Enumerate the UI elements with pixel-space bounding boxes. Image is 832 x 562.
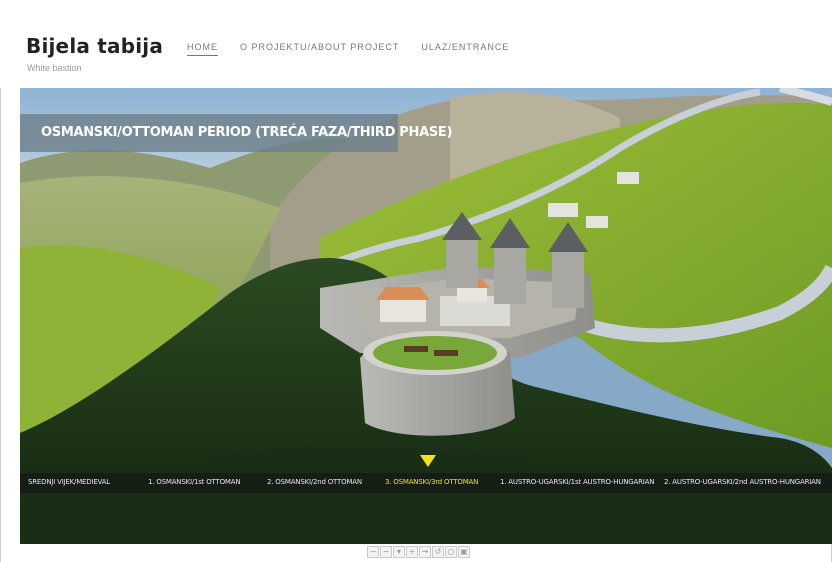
nav-home[interactable]: HOME [187, 42, 218, 56]
viewer-controls: − − ▾ + → ↺ ○ ▣ [367, 546, 470, 558]
timeline-item-1st-ottoman[interactable]: 1. OSMANSKI/1st OTTOMAN [148, 478, 241, 486]
site-subtitle: White bastion [27, 63, 82, 73]
site-title[interactable]: Bijela tabija [26, 34, 163, 58]
timeline-item-3rd-ottoman[interactable]: 3. OSMANSKI/3rd OTTOMAN [385, 478, 478, 486]
timeline-item-2nd-austro-hungarian[interactable]: 2. AUSTRO-UGARSKI/2nd AUSTRO-HUNGARIAN [664, 478, 821, 486]
active-period-marker [420, 455, 436, 467]
timeline-item-2nd-ottoman[interactable]: 2. OSMANSKI/2nd OTTOMAN [267, 478, 362, 486]
site-header: Bijela tabija White bastion HOME O PROJE… [0, 0, 832, 88]
nav-about-project[interactable]: O PROJEKTU/ABOUT PROJECT [240, 42, 399, 56]
rotate-left-icon[interactable]: ↺ [432, 546, 444, 558]
move-down-icon[interactable]: + [406, 546, 418, 558]
move-up-icon[interactable]: ▾ [393, 546, 405, 558]
nav-entrance[interactable]: ULAZ/ENTRANCE [421, 42, 509, 56]
zoom-minus-icon[interactable]: − [380, 546, 392, 558]
move-right-icon[interactable]: → [419, 546, 431, 558]
main-nav: HOME O PROJEKTU/ABOUT PROJECT ULAZ/ENTRA… [187, 42, 509, 56]
reset-icon[interactable]: ○ [445, 546, 457, 558]
period-title-banner: OSMANSKI/OTTOMAN PERIOD (TREĆA FAZA/THIR… [20, 114, 452, 152]
period-timeline: SREDNJI VIJEK/MEDIEVAL 1. OSMANSKI/1st O… [20, 473, 832, 493]
timeline-item-1st-austro-hungarian[interactable]: 1. AUSTRO-UGARSKI/1st AUSTRO-HUNGARIAN [500, 478, 654, 486]
zoom-out-icon[interactable]: − [367, 546, 379, 558]
timeline-item-medieval[interactable]: SREDNJI VIJEK/MEDIEVAL [28, 478, 110, 486]
fullscreen-icon[interactable]: ▣ [458, 546, 470, 558]
